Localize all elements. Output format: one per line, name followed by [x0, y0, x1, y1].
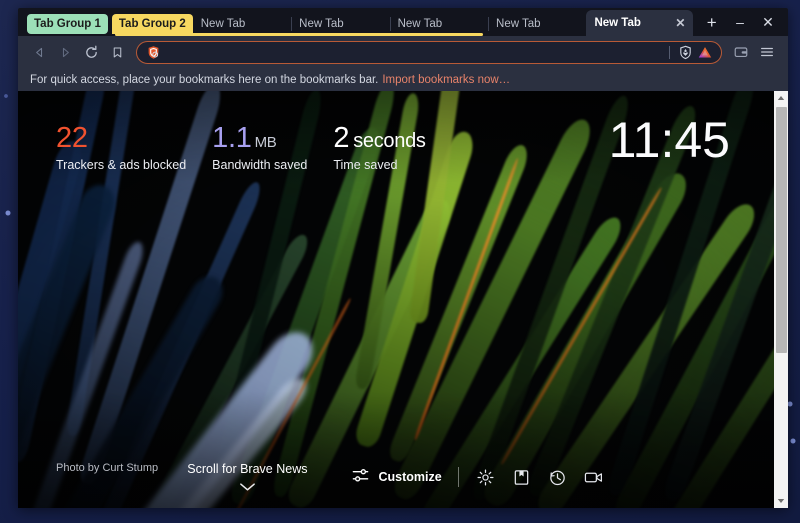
tab-group-2-underline [115, 33, 483, 36]
brave-search-shield-icon [143, 42, 163, 62]
customize-button[interactable]: Customize [351, 466, 442, 488]
close-window-button[interactable]: ✕ [754, 9, 782, 35]
bookmarks-book-icon[interactable] [511, 466, 533, 488]
stat-value: 2 seconds [333, 122, 426, 154]
close-tab-icon[interactable]: ✕ [675, 17, 685, 29]
minimize-window-button[interactable]: – [726, 9, 754, 35]
address-bar[interactable] [136, 40, 722, 64]
back-arrow-icon[interactable] [26, 39, 52, 65]
hamburger-menu-icon[interactable] [754, 39, 780, 65]
browser-window: Tab Group 1 Tab Group 2 New Tab New Tab … [18, 8, 788, 508]
tab-title: New Tab [397, 18, 443, 30]
brave-shields-icon[interactable] [675, 42, 695, 62]
customize-label: Customize [378, 470, 442, 484]
tab-group-2-chip[interactable]: Tab Group 2 [111, 14, 193, 34]
stat-label: Time saved [333, 158, 398, 173]
tab-title: New Tab [200, 18, 246, 30]
omnibox-divider [669, 45, 670, 59]
tab-title: New Tab [496, 18, 541, 30]
browser-toolbar [18, 36, 788, 68]
stat-bandwidth-saved: 1.1 MB Bandwidth saved [212, 123, 308, 173]
tab-title: New Tab [299, 18, 344, 30]
shields-stats: 22 Trackers & ads blocked 1.1 MB Bandwidt… [56, 122, 452, 173]
stat-unit: seconds [353, 130, 426, 152]
scroll-up-arrow-icon[interactable] [774, 91, 788, 105]
history-clock-icon[interactable] [547, 466, 569, 488]
scroll-news-label: Scroll for Brave News [187, 462, 308, 476]
stat-number: 2 [333, 122, 350, 154]
stat-label: Bandwidth saved [212, 158, 308, 173]
bottom-bar-divider [457, 467, 459, 487]
tab-group-1-label: Tab Group 1 [34, 18, 101, 30]
chevron-down-icon [239, 482, 256, 492]
bookmark-icon[interactable] [104, 39, 130, 65]
brave-talk-video-icon[interactable] [583, 466, 605, 488]
brave-wallet-icon[interactable] [728, 39, 754, 65]
stat-value: 1.1 MB [212, 123, 307, 153]
scrollbar-thumb[interactable] [775, 107, 787, 353]
stat-trackers-blocked: 22 Trackers & ads blocked [56, 123, 187, 173]
stat-time-saved: 2 seconds Time saved [333, 122, 426, 173]
tab-title: New Tab [594, 17, 641, 29]
forward-arrow-icon[interactable] [52, 39, 78, 65]
tab-5-active[interactable]: New Tab ✕ [586, 10, 694, 36]
stat-number: 1.1 [212, 122, 252, 154]
bottom-bar-icons [475, 466, 605, 488]
clock: 11:45 [608, 112, 730, 168]
new-tab-button[interactable]: + [699, 9, 724, 35]
stat-label: Trackers & ads blocked [56, 158, 187, 173]
settings-gear-icon[interactable] [475, 466, 497, 488]
tab-strip: Tab Group 1 Tab Group 2 New Tab New Tab … [18, 8, 788, 36]
import-bookmarks-link[interactable]: Import bookmarks now… [382, 74, 510, 86]
new-tab-page: 22 Trackers & ads blocked 1.1 MB Bandwidt… [18, 91, 788, 508]
sliders-icon [351, 466, 370, 488]
window-controls: – ✕ [726, 8, 788, 36]
reload-icon[interactable] [78, 39, 104, 65]
brave-lion-logo-icon[interactable] [695, 42, 715, 62]
stat-value: 22 [56, 123, 186, 153]
tab-group-2-label: Tab Group 2 [118, 18, 186, 30]
scroll-down-arrow-icon[interactable] [774, 494, 788, 508]
stat-number: 22 [56, 122, 88, 154]
scroll-for-brave-news-button[interactable]: Scroll for Brave News [187, 462, 307, 492]
new-tab-bottom-bar: Scroll for Brave News Customize [18, 462, 774, 492]
stat-unit: MB [254, 134, 277, 151]
tab-group-1-chip[interactable]: Tab Group 1 [27, 14, 108, 34]
bookmarks-bar-message: For quick access, place your bookmarks h… [30, 73, 379, 86]
bookmarks-bar: For quick access, place your bookmarks h… [18, 68, 788, 91]
tab-4[interactable]: New Tab [488, 12, 586, 36]
page-scrollbar[interactable] [774, 91, 788, 508]
